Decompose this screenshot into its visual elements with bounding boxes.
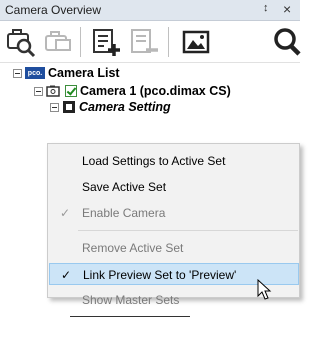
tree-label-camera-list: Camera List [48,66,120,80]
panel-title: Camera Overview [5,3,102,17]
pin-icon[interactable]: ↕ [263,2,269,14]
enable-camera-checkbox[interactable] [65,85,77,97]
image-preview-icon[interactable] [180,24,212,58]
camera-duplicate-icon[interactable] [42,24,74,58]
collapse-icon[interactable] [50,102,59,112]
tree-node-camera-1[interactable]: Camera 1 (pco.dimax CS) [34,82,231,100]
panel-titlebar: Camera Overview ↕ × [0,0,300,21]
menu-item-save-active-set[interactable]: Save Active Set [49,176,299,198]
menu-separator [78,230,298,231]
collapse-icon[interactable] [13,68,22,78]
pco-logo-icon: pco. [25,67,45,79]
context-menu: Load Settings to Active Set Save Active … [47,143,300,307]
tree-node-camera-list[interactable]: pco. Camera List [13,64,120,82]
tree-node-hidden [70,316,190,330]
menu-item-label: Enable Camera [82,206,166,220]
menu-item-label: Remove Active Set [82,241,184,255]
menu-item-enable-camera[interactable]: ✓ Enable Camera [49,202,299,224]
camera-search-icon[interactable] [6,24,38,58]
check-icon: ✓ [61,268,72,282]
close-icon[interactable]: × [283,1,291,17]
tree-label-camera-1: Camera 1 (pco.dimax CS) [80,84,231,98]
menu-item-label: Link Preview Set to 'Preview' [83,268,237,282]
menu-item-load-settings[interactable]: Load Settings to Active Set [49,150,299,172]
remove-set-icon[interactable] [128,24,160,58]
menu-item-remove-active-set[interactable]: Remove Active Set [49,237,299,259]
add-set-icon[interactable] [90,24,122,58]
mouse-cursor-icon [257,279,272,300]
check-icon: ✓ [60,206,71,220]
camera-icon [46,85,60,97]
collapse-icon[interactable] [34,86,43,96]
menu-item-label: Show Master Sets [82,293,180,307]
zoom-icon[interactable] [272,24,304,58]
menu-item-label: Load Settings to Active Set [82,154,226,168]
settings-icon [63,101,75,113]
toolbar-separator [168,27,169,57]
tree-label-camera-setting: Camera Setting [79,100,171,114]
toolbar [0,21,301,63]
toolbar-separator [80,27,81,57]
menu-item-label: Save Active Set [82,180,167,194]
tree-node-camera-setting[interactable]: Camera Setting [50,100,171,114]
